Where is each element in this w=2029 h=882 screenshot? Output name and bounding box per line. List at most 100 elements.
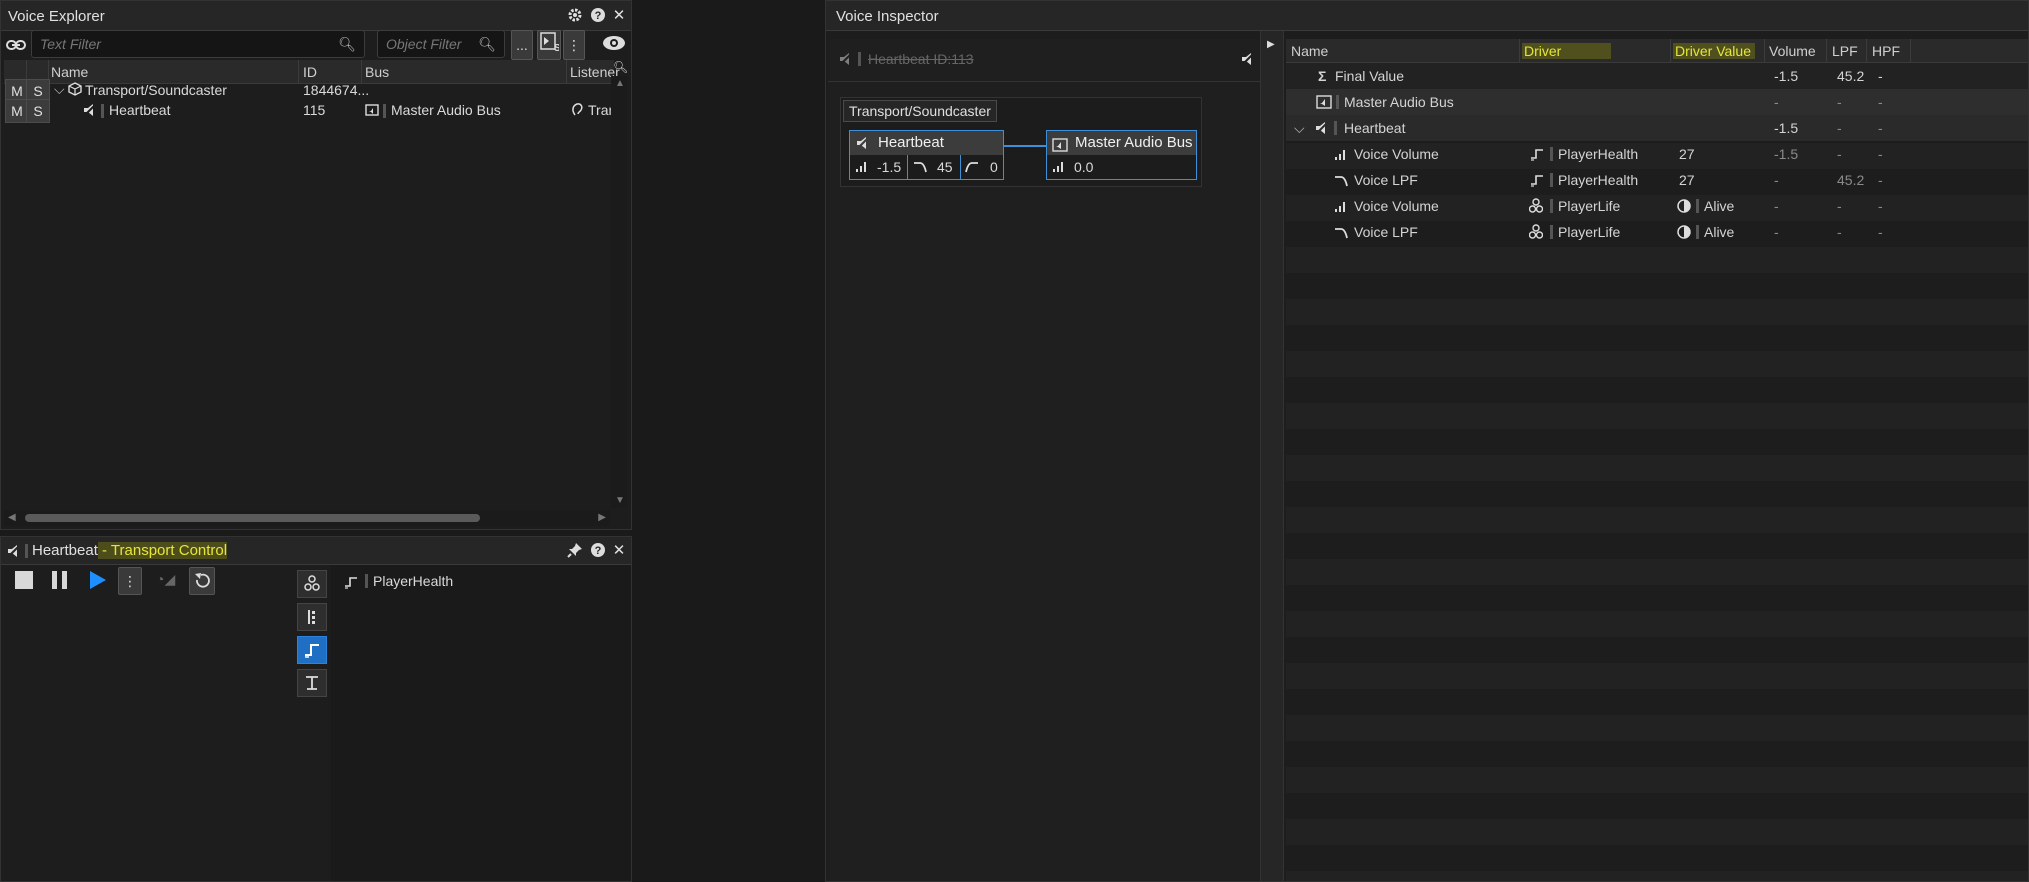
color-swatch [1334,121,1337,135]
scroll-left-icon[interactable]: ◀ [8,512,16,523]
row-lpf: - [1837,120,1842,136]
close-icon[interactable]: ✕ [610,7,628,25]
play-button[interactable] [87,569,109,591]
column-name[interactable]: Name [51,64,88,80]
column-name[interactable]: Name [1291,43,1328,59]
bus-node[interactable]: Master Audio Bus 0.0 [1046,130,1197,180]
voice-node-hpf: 0 [990,159,998,175]
transport-options-icon[interactable]: ⋮ [118,567,142,595]
link-icon[interactable] [5,34,27,56]
settings-gear-icon[interactable] [566,7,584,25]
help-icon[interactable]: ? [589,542,607,560]
help-icon[interactable]: ? [589,7,607,25]
voice-inspector-table: Name Driver Driver Value Volume LPF HPF … [1286,39,2028,881]
voice-node-volume: -1.5 [877,159,902,175]
search-icon: 🔍︎ [338,36,356,52]
visibility-eye-icon[interactable] [601,32,627,56]
stop-button[interactable] [15,571,33,589]
sound-sfx-icon [82,102,98,121]
column-id[interactable]: ID [303,64,317,80]
voice-inspector-panel: Voice Inspector Heartbeat ID:113 Transpo… [825,0,2029,882]
bus-node-volume: 0.0 [1074,159,1094,175]
column-driver-value[interactable]: Driver Value [1673,43,1755,59]
row-volume: - [1774,224,1779,240]
row-name: Voice Volume [1354,198,1439,214]
collapse-arrow-icon[interactable]: ▶ [1267,39,1275,50]
states-icon[interactable] [297,570,327,598]
horizontal-scrollbar[interactable]: ◀ ▶ [4,510,610,526]
column-volume[interactable]: Volume [1769,43,1816,59]
row-driver: PlayerHealth [1558,172,1639,188]
inspected-object-header: Heartbeat ID:113 [868,51,974,67]
scroll-down-icon[interactable]: ▼ [615,495,625,506]
object-filter-field[interactable]: 🔍︎ [377,30,505,58]
column-lpf[interactable]: LPF [1832,43,1858,59]
row-volume: -1.5 [1774,146,1799,162]
row-driver-value: 27 [1679,172,1695,188]
row-bus: Master Audio Bus [391,102,501,118]
rtpc-icon[interactable] [297,636,327,664]
color-swatch [1550,225,1553,239]
table-row[interactable]: Voice LPF PlayerLife Alive - - - [1286,219,2028,245]
table-row[interactable]: M S Heartbeat 115 Master Audio Bus Trans [4,99,623,123]
rtpc-icon [343,574,359,593]
vertical-scrollbar[interactable]: ▲ ▼ [611,76,627,508]
soundcaster-filter-icon[interactable]: S [537,30,561,60]
row-volume: -1.5 [1774,120,1799,136]
state-icon [1677,225,1691,242]
svg-text:?: ? [595,545,602,557]
voice-node-lpf: 45 [937,159,953,175]
table-row[interactable]: Σ Final Value -1.5 45.2 - [1286,63,2028,89]
table-row[interactable]: Voice Volume PlayerLife Alive - - - [1286,193,2028,219]
expand-chevron-icon[interactable]: ⌵ [1294,120,1305,137]
column-driver[interactable]: Driver [1522,43,1612,59]
row-driver: PlayerLife [1558,198,1621,214]
expand-chevron-icon[interactable]: ⌵ [54,81,65,98]
row-hpf: - [1878,120,1883,136]
switches-icon[interactable] [297,603,327,631]
inspector-table-header: Name Driver Driver Value Volume LPF HPF [1286,39,2028,63]
pause-button[interactable] [51,571,69,589]
sound-sfx-icon [1314,120,1330,139]
panel-splitter[interactable]: ▶ [1260,31,1284,881]
close-icon[interactable]: ✕ [610,542,628,560]
row-hpf: - [1878,146,1883,162]
sound-sfx-icon [838,51,854,70]
horizontal-scroll-thumb[interactable] [25,514,480,522]
soundcaster-cube-icon [68,82,82,99]
scroll-up-icon[interactable]: ▲ [615,78,625,89]
table-row[interactable]: M S ⌵ Transport/Soundcaster 1844674... [4,79,611,103]
text-filter-input[interactable] [32,31,364,57]
row-volume: - [1774,198,1779,214]
text-filter-field[interactable]: 🔍︎ [31,30,365,58]
voice-node[interactable]: Heartbeat -1.5 45 0 [849,130,1004,180]
reset-icon[interactable] [189,567,215,595]
row-driver-value: Alive [1704,224,1735,240]
more-options-icon[interactable]: ⋮ [563,30,585,60]
solo-button[interactable]: S [26,99,50,123]
table-row[interactable]: Voice LPF PlayerHealth 27 - 45.2 - [1286,167,2028,193]
table-row[interactable]: Voice Volume PlayerHealth 27 -1.5 - - [1286,141,2028,167]
table-row[interactable]: ⌵ Heartbeat -1.5 - - [1286,115,2028,141]
transport-control-panel: Heartbeat - Transport Control ? ✕ ⋮ ◔◢ P… [0,536,632,882]
table-row[interactable]: Master Audio Bus - - - [1286,89,2028,115]
row-name: Heartbeat [1344,120,1406,136]
state-group-icon [1528,224,1544,243]
graph-connector [1004,145,1046,147]
audio-bus-icon [1316,95,1332,112]
lpf-icon [1334,226,1348,242]
column-bus[interactable]: Bus [365,64,389,80]
sound-sfx-icon[interactable] [1240,51,1256,70]
triggers-icon[interactable] [297,669,327,697]
row-driver: PlayerLife [1558,224,1621,240]
column-hpf[interactable]: HPF [1872,43,1900,59]
pin-icon[interactable] [566,542,584,560]
color-swatch [25,544,28,558]
browse-button[interactable]: ... [511,30,533,60]
bus-node-name: Master Audio Bus [1075,134,1193,151]
rtpc-icon [1529,172,1545,191]
scroll-right-icon[interactable]: ▶ [598,512,606,523]
column-search-icon[interactable]: 🔍︎ [613,60,629,76]
color-swatch [858,52,861,66]
row-volume: - [1774,94,1779,110]
